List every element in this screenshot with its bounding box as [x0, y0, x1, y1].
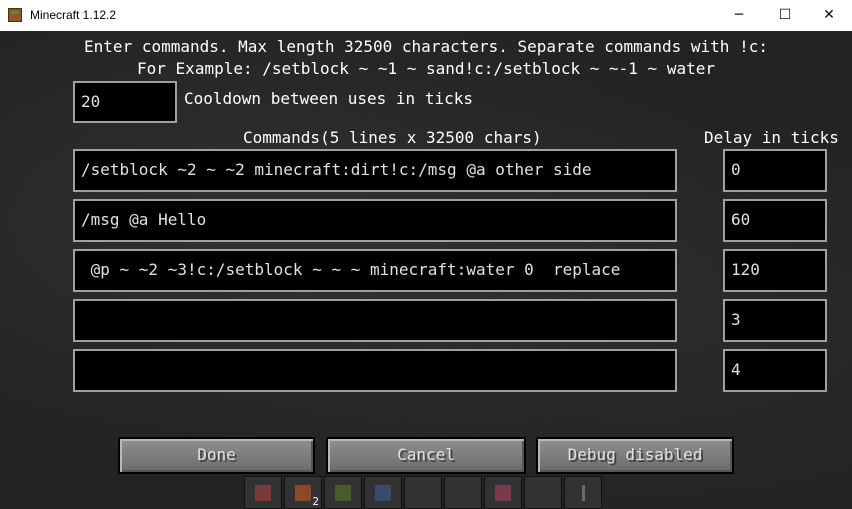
command-input-2[interactable]: /msg @a Hello [73, 199, 677, 242]
title-bar[interactable]: Minecraft 1.12.2 ─ ☐ ✕ [0, 0, 852, 31]
minimize-button[interactable]: ─ [716, 0, 762, 31]
command-input-3[interactable]: @p ~ ~2 ~3!c:/setblock ~ ~ ~ minecraft:w… [73, 249, 677, 292]
debug-toggle-button[interactable]: Debug disabled [536, 437, 734, 474]
delay-input-4[interactable]: 3 [723, 299, 827, 342]
hotbar-slot-1[interactable] [244, 476, 282, 509]
hotbar-slot-8[interactable] [524, 476, 562, 509]
stick-icon [582, 485, 585, 501]
cancel-button[interactable]: Cancel [326, 437, 526, 474]
delay-input-3[interactable]: 120 [723, 249, 827, 292]
hotbar-slot-3[interactable] [324, 476, 362, 509]
window-title: Minecraft 1.12.2 [30, 8, 117, 22]
instruction-line-2: For Example: /setblock ~ ~1 ~ sand!c:/se… [137, 59, 715, 78]
cooldown-input[interactable]: 20 [73, 81, 177, 123]
hotbar-slot-9[interactable] [564, 476, 602, 509]
hotbar-slot-7[interactable] [484, 476, 522, 509]
hotbar-slot-4[interactable] [364, 476, 402, 509]
delay-input-5[interactable]: 4 [723, 349, 827, 392]
hotbar-slot-5[interactable] [404, 476, 442, 509]
book-icon [495, 485, 511, 501]
close-button[interactable]: ✕ [806, 0, 852, 31]
maximize-button[interactable]: ☐ [762, 0, 808, 31]
delay-header: Delay in ticks [704, 128, 839, 147]
hotbar-slot-2[interactable]: 2 [284, 476, 322, 509]
command-input-1[interactable]: /setblock ~2 ~ ~2 minecraft:dirt!c:/msg … [73, 149, 677, 192]
delay-input-2[interactable]: 60 [723, 199, 827, 242]
done-button[interactable]: Done [118, 437, 315, 474]
item-icon [295, 485, 311, 501]
hotbar: 2 [244, 476, 608, 509]
instruction-line-1: Enter commands. Max length 32500 charact… [84, 37, 768, 56]
book-icon [375, 485, 391, 501]
hotbar-slot-6[interactable] [444, 476, 482, 509]
stack-count: 2 [312, 495, 319, 508]
command-input-4[interactable] [73, 299, 677, 342]
minecraft-window: Minecraft 1.12.2 ─ ☐ ✕ Enter commands. M… [0, 0, 852, 509]
delay-input-1[interactable]: 0 [723, 149, 827, 192]
commands-header: Commands(5 lines x 32500 chars) [243, 128, 542, 147]
cooldown-label: Cooldown between uses in ticks [184, 89, 473, 108]
command-input-5[interactable] [73, 349, 677, 392]
book-icon [255, 485, 271, 501]
book-icon [335, 485, 351, 501]
minecraft-grass-block-icon [8, 8, 22, 22]
